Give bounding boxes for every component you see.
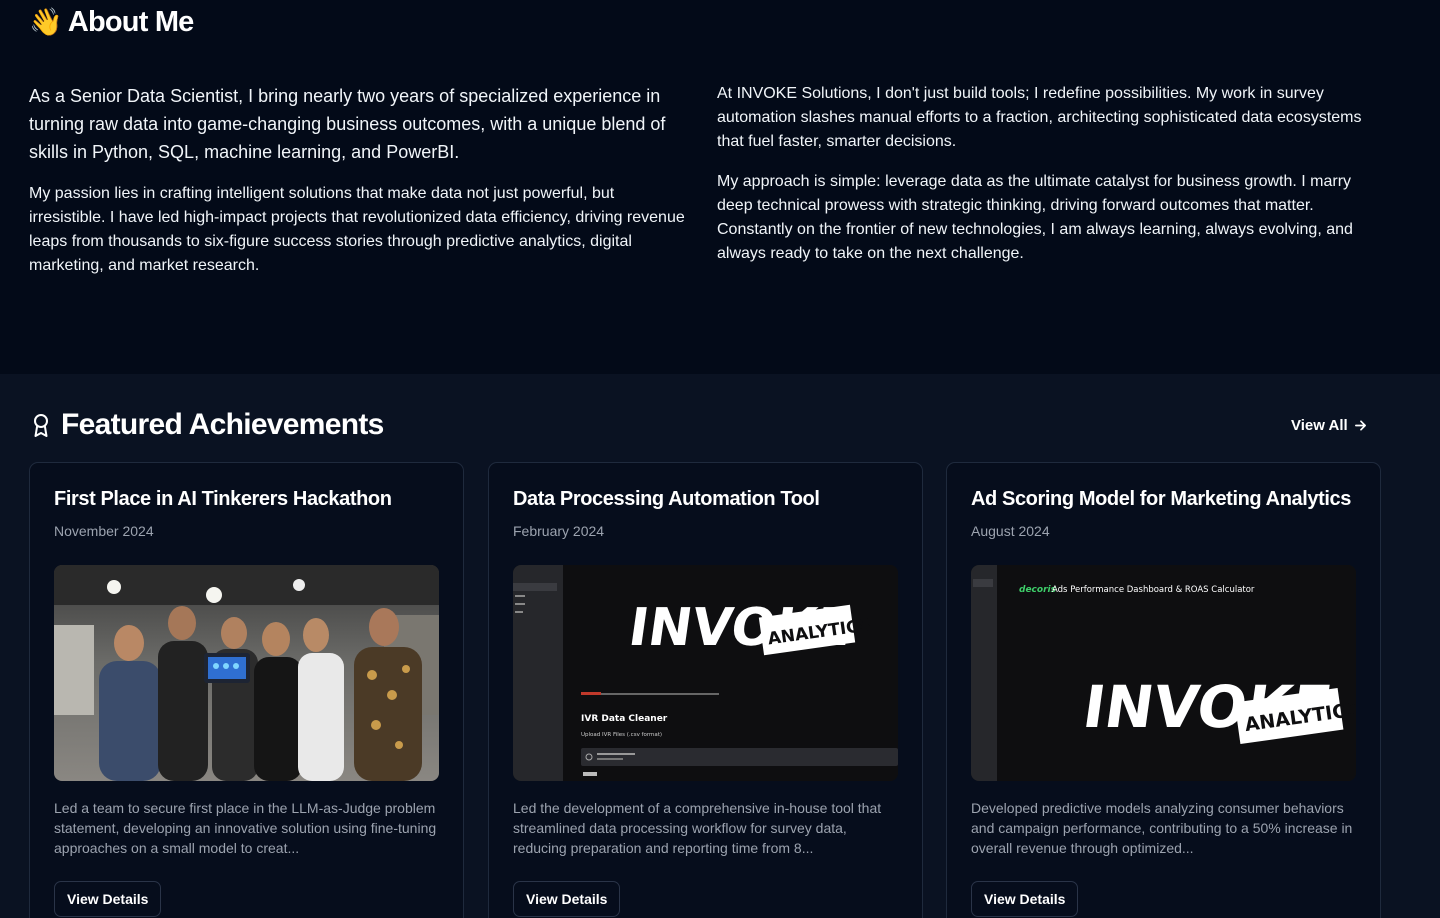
achievement-card-hackathon: First Place in AI Tinkerers Hackathon No…	[29, 462, 464, 918]
dashboard-title: Ads Performance Dashboard & ROAS Calcula…	[1052, 585, 1255, 595]
waving-hand-icon: 👋	[29, 7, 63, 38]
card-description: Led the development of a comprehensive i…	[513, 800, 882, 856]
achievement-card-ad-scoring: Ad Scoring Model for Marketing Analytics…	[946, 462, 1381, 918]
achievement-card-automation-tool: Data Processing Automation Tool February…	[488, 462, 923, 918]
about-right-column: At INVOKE Solutions, I don't just build …	[717, 82, 1377, 282]
view-details-button[interactable]: View Details	[54, 881, 162, 917]
achievements-section: Featured Achievements View All First Pla…	[0, 374, 1440, 918]
about-section: 👋 About Me As a Senior Data Scientist, I…	[0, 0, 1440, 374]
about-title: About Me	[67, 6, 194, 38]
card-date: August 2024	[971, 523, 1050, 539]
hackathon-team-photo	[54, 565, 439, 781]
about-heading: 👋 About Me	[29, 6, 194, 39]
about-approach-paragraph: My approach is simple: leverage data as …	[717, 173, 1353, 262]
ads-dashboard-screenshot: decoris Ads Performance Dashboard & ROAS…	[971, 565, 1356, 781]
view-details-button[interactable]: View Details	[971, 881, 1079, 917]
card-title: First Place in AI Tinkerers Hackathon	[54, 488, 392, 510]
award-icon	[34, 414, 48, 437]
achievements-title: Featured Achievements	[61, 408, 384, 441]
achievement-cards: First Place in AI Tinkerers Hackathon No…	[29, 462, 1381, 918]
card-description: Led a team to secure first place in the …	[54, 800, 437, 856]
about-passion-paragraph: My passion lies in crafting intelligent …	[29, 185, 685, 274]
ivr-upload-label: Upload IVR Files (.csv format)	[581, 732, 662, 738]
view-all-link[interactable]: View All	[1291, 417, 1367, 434]
card-title: Ad Scoring Model for Marketing Analytics	[971, 488, 1351, 510]
ivr-data-cleaner-screenshot: INVOKE ANALYTICS IVR Data Cleaner Upload…	[513, 565, 898, 781]
about-invoke-paragraph: At INVOKE Solutions, I don't just build …	[717, 85, 1362, 150]
achievements-header: Featured Achievements View All	[29, 408, 1409, 442]
card-date: November 2024	[54, 523, 154, 539]
view-all-label: View All	[1291, 417, 1348, 434]
about-lead-paragraph: As a Senior Data Scientist, I bring near…	[29, 86, 666, 162]
decoris-brand: decoris	[1019, 585, 1057, 595]
view-details-button[interactable]: View Details	[513, 881, 621, 917]
about-left-column: As a Senior Data Scientist, I bring near…	[29, 82, 689, 294]
card-title: Data Processing Automation Tool	[513, 488, 820, 510]
arrow-right-icon	[1354, 420, 1366, 431]
card-description: Developed predictive models analyzing co…	[971, 800, 1353, 856]
card-date: February 2024	[513, 523, 605, 539]
ivr-app-title: IVR Data Cleaner	[581, 714, 668, 724]
